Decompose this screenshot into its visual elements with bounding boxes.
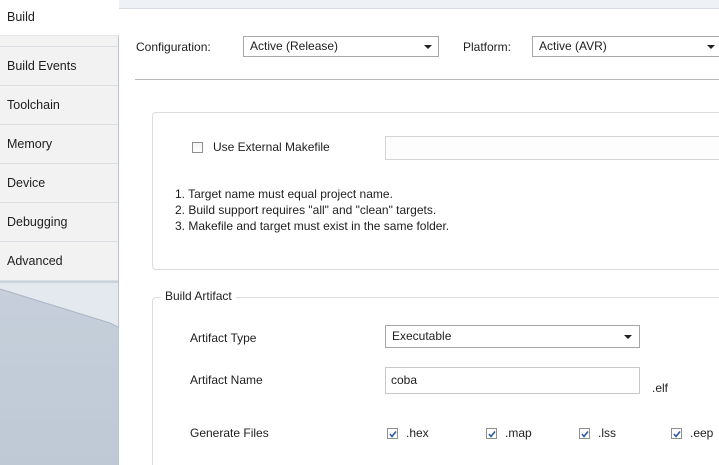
artifact-extension: .elf [652, 381, 669, 395]
artifact-name-label: Artifact Name [190, 373, 263, 387]
chevron-down-icon [707, 45, 715, 49]
tab-build[interactable]: Build [0, 0, 119, 36]
platform-label: Platform: [463, 40, 512, 54]
checkmark-icon [389, 431, 397, 438]
artifact-type-label: Artifact Type [190, 331, 257, 345]
build-artifact-title: Build Artifact [161, 289, 236, 303]
generate-eep-label: .eep [690, 426, 714, 440]
use-external-makefile-label: Use External Makefile [213, 140, 330, 154]
artifact-type-value: Executable [392, 329, 452, 343]
configuration-combo[interactable]: Active (Release) [243, 36, 439, 57]
chevron-down-icon [424, 45, 432, 49]
generate-hex-label: .hex [406, 426, 429, 440]
generate-lss-checkbox[interactable] [579, 428, 590, 439]
configuration-value: Active (Release) [250, 39, 339, 53]
tab-advanced[interactable]: Advanced [0, 242, 118, 281]
tab-memory[interactable]: Memory [0, 125, 118, 164]
configuration-label: Configuration: [136, 40, 211, 54]
tab-toolchain[interactable]: Toolchain [0, 86, 118, 125]
project-properties-window: Build Build Events Toolchain Memory Devi… [0, 0, 719, 465]
config-separator [135, 79, 719, 80]
checkmark-icon [673, 431, 681, 438]
generate-map-label: .map [505, 426, 532, 440]
checkmark-icon [581, 431, 589, 438]
artifact-type-combo[interactable]: Executable [385, 325, 640, 348]
tab-strip-decoration [0, 283, 118, 465]
tab-gap [0, 36, 118, 47]
properties-tab-strip: Build Build Events Toolchain Memory Devi… [0, 0, 119, 465]
generate-map-checkbox[interactable] [486, 428, 497, 439]
generate-eep-checkbox[interactable] [671, 428, 682, 439]
tab-debugging[interactable]: Debugging [0, 203, 118, 242]
chevron-down-icon [624, 335, 632, 339]
generate-lss-label: .lss [598, 426, 616, 440]
generate-hex-checkbox[interactable] [387, 428, 398, 439]
use-external-makefile-checkbox[interactable] [192, 142, 203, 153]
top-border [119, 0, 719, 9]
platform-combo[interactable]: Active (AVR) [532, 36, 719, 57]
generate-files-label: Generate Files [190, 426, 269, 440]
tab-device[interactable]: Device [0, 164, 118, 203]
platform-value: Active (AVR) [539, 39, 607, 53]
makefile-path-field[interactable] [385, 136, 719, 160]
checkmark-icon [488, 431, 496, 438]
artifact-name-field[interactable]: coba [385, 367, 640, 394]
makefile-note-1: 1. Target name must equal project name. [175, 187, 393, 201]
makefile-note-3: 3. Makefile and target must exist in the… [175, 219, 450, 233]
tab-build-events[interactable]: Build Events [0, 47, 118, 86]
makefile-note-2: 2. Build support requires "all" and "cle… [175, 203, 437, 217]
